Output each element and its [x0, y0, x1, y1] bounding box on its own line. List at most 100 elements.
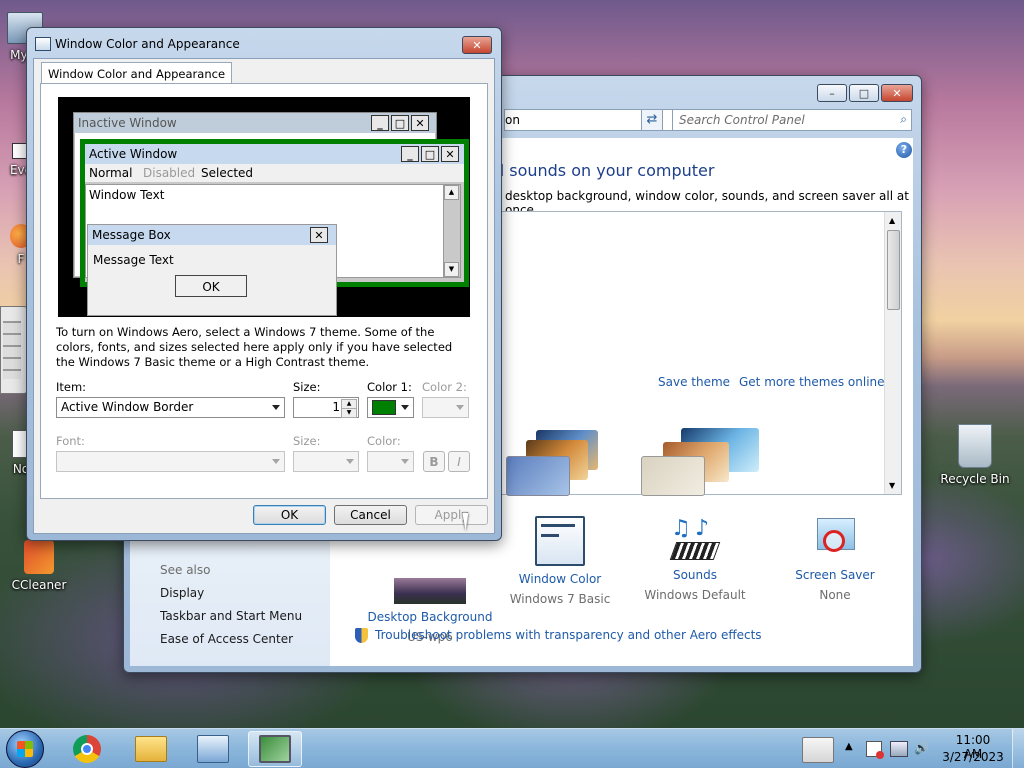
- taskbar-chrome[interactable]: [60, 731, 114, 767]
- side-link-taskbar[interactable]: Taskbar and Start Menu: [160, 609, 302, 623]
- maximize-button[interactable]: □: [849, 84, 879, 102]
- window-color-link[interactable]: Window Color: [495, 572, 625, 586]
- desktop-icon-ccleaner[interactable]: CCleaner: [4, 540, 74, 592]
- tab-content: Inactive Window _ □ ✕ Active Window _ □ …: [40, 83, 488, 499]
- recycle-bin-icon: [958, 424, 992, 468]
- dialog-panel: Window Color and Appearance Inactive Win…: [33, 58, 495, 534]
- preview-scroll-up: ▲: [444, 185, 459, 200]
- search-icon[interactable]: ⌕: [900, 112, 907, 127]
- screen-saver-item[interactable]: Screen Saver None: [770, 516, 900, 602]
- desktop-icon-label: Recycle Bin: [940, 472, 1010, 486]
- sounds-value: Windows Default: [644, 588, 746, 602]
- desktop-icon-recycle-bin[interactable]: Recycle Bin: [940, 424, 1010, 486]
- preview-menu-selected: Selected: [201, 166, 254, 180]
- chevron-down-icon: [456, 405, 464, 410]
- sounds-icon: ♫ ♪: [669, 516, 721, 562]
- gadget-tile[interactable]: [0, 306, 28, 394]
- taskbar-control-panel[interactable]: [186, 731, 240, 767]
- control-panel-icon: [197, 735, 229, 763]
- search-input[interactable]: Search Control Panel ⌕: [672, 109, 912, 131]
- chevron-down-icon: [346, 459, 354, 464]
- dialog-title: Window Color and Appearance: [55, 37, 240, 51]
- size-label: Size:: [293, 380, 321, 394]
- scroll-thumb[interactable]: [887, 230, 900, 310]
- themes-list[interactable]: ▲ ▼ Save theme Get more themes online: [500, 211, 902, 496]
- shield-icon: [355, 628, 368, 643]
- dialog-close-button[interactable]: ✕: [462, 36, 492, 54]
- cancel-button[interactable]: Cancel: [334, 505, 407, 525]
- preview-message-box[interactable]: Message Box ✕ Message Text OK: [87, 224, 337, 316]
- tab-window-color[interactable]: Window Color and Appearance: [41, 62, 233, 85]
- show-desktop-button[interactable]: [1012, 729, 1024, 769]
- font-size-dropdown[interactable]: [293, 451, 359, 472]
- side-link-display[interactable]: Display: [160, 586, 204, 600]
- color1-swatch: [372, 400, 396, 415]
- window-color-item[interactable]: Window Color Windows 7 Basic: [495, 516, 625, 606]
- clock-date[interactable]: 3/27/2023: [942, 750, 1004, 764]
- windows-logo-icon: [17, 741, 33, 757]
- spin-down-icon[interactable]: ▼: [341, 408, 357, 418]
- pen-tray-icon[interactable]: [802, 737, 834, 763]
- troubleshoot-link[interactable]: Troubleshoot problems with transparency …: [375, 628, 762, 642]
- save-theme-link[interactable]: Save theme: [658, 375, 730, 389]
- help-icon[interactable]: ?: [896, 142, 912, 158]
- preview-window-text: Window Text: [89, 188, 165, 202]
- screen-saver-value: None: [819, 588, 851, 602]
- scroll-up-arrow[interactable]: ▲: [889, 216, 895, 225]
- side-link-ease-of-access[interactable]: Ease of Access Center: [160, 632, 293, 646]
- ok-button[interactable]: OK: [253, 505, 326, 525]
- preview-message-text: Message Text: [93, 253, 174, 267]
- desktop-background-link[interactable]: Desktop Background: [355, 610, 505, 624]
- minimize-button[interactable]: –: [817, 84, 847, 102]
- preview-inactive-title-text: Inactive Window: [78, 116, 177, 130]
- color2-label: Color 2:: [422, 380, 467, 394]
- keyboard-icon: [3, 321, 21, 379]
- preview-menu-bar: Normal Disabled Selected: [85, 164, 464, 182]
- network-icon[interactable]: [890, 741, 908, 757]
- search-placeholder: Search Control Panel: [679, 113, 805, 127]
- taskbar-window-color[interactable]: [248, 731, 302, 767]
- refresh-icon[interactable]: ⇄: [641, 109, 663, 131]
- show-hidden-icons[interactable]: ▲: [845, 741, 853, 752]
- size-spinner[interactable]: 1 ▲ ▼: [293, 397, 359, 418]
- preview-message-ok: OK: [175, 275, 247, 297]
- theme-thumbnail-landscapes[interactable]: [506, 426, 624, 496]
- volume-icon[interactable]: 🔊: [914, 741, 930, 755]
- window-color-dialog-icon: [35, 37, 51, 51]
- preview-message-close: ✕: [310, 227, 328, 243]
- preview-menu-disabled: Disabled: [143, 166, 196, 180]
- sounds-link[interactable]: Sounds: [630, 568, 760, 582]
- window-color-icon: [535, 516, 585, 566]
- desktop-icon-label: CCleaner: [11, 578, 67, 592]
- appearance-preview[interactable]: Inactive Window _ □ ✕ Active Window _ □ …: [58, 97, 470, 317]
- themes-scrollbar[interactable]: ▲ ▼: [884, 212, 901, 494]
- start-button[interactable]: [6, 730, 44, 768]
- italic-button[interactable]: I: [448, 451, 470, 472]
- size-spinner-value: 1: [332, 400, 340, 414]
- preview-scroll-down: ▼: [444, 262, 459, 277]
- taskbar-explorer[interactable]: [124, 731, 178, 767]
- color2-picker[interactable]: [422, 397, 469, 418]
- action-center-icon[interactable]: [866, 741, 884, 759]
- scroll-down-arrow[interactable]: ▼: [889, 481, 895, 490]
- aero-info-text: To turn on Windows Aero, select a Window…: [56, 325, 453, 369]
- screen-saver-link[interactable]: Screen Saver: [770, 568, 900, 582]
- font-dropdown[interactable]: [56, 451, 285, 472]
- close-button[interactable]: ✕: [881, 84, 913, 102]
- desktop-background-thumbnail: [394, 578, 466, 604]
- item-dropdown[interactable]: Active Window Border: [56, 397, 285, 418]
- color1-label: Color 1:: [367, 380, 412, 394]
- preview-active-minimize: _: [401, 146, 419, 162]
- theme-thumbnail-nature[interactable]: [641, 426, 763, 496]
- font-label: Font:: [56, 434, 85, 448]
- get-more-themes-link[interactable]: Get more themes online: [739, 375, 885, 389]
- apply-button[interactable]: Apply: [415, 505, 488, 525]
- bold-button[interactable]: B: [423, 451, 445, 472]
- screen-saver-icon: [813, 516, 857, 562]
- item-label: Item:: [56, 380, 87, 394]
- preview-message-title-text: Message Box: [92, 228, 171, 242]
- font-color-picker[interactable]: [367, 451, 414, 472]
- sounds-item[interactable]: ♫ ♪ Sounds Windows Default: [630, 516, 760, 602]
- color1-picker[interactable]: [367, 397, 414, 418]
- chrome-icon: [73, 735, 101, 763]
